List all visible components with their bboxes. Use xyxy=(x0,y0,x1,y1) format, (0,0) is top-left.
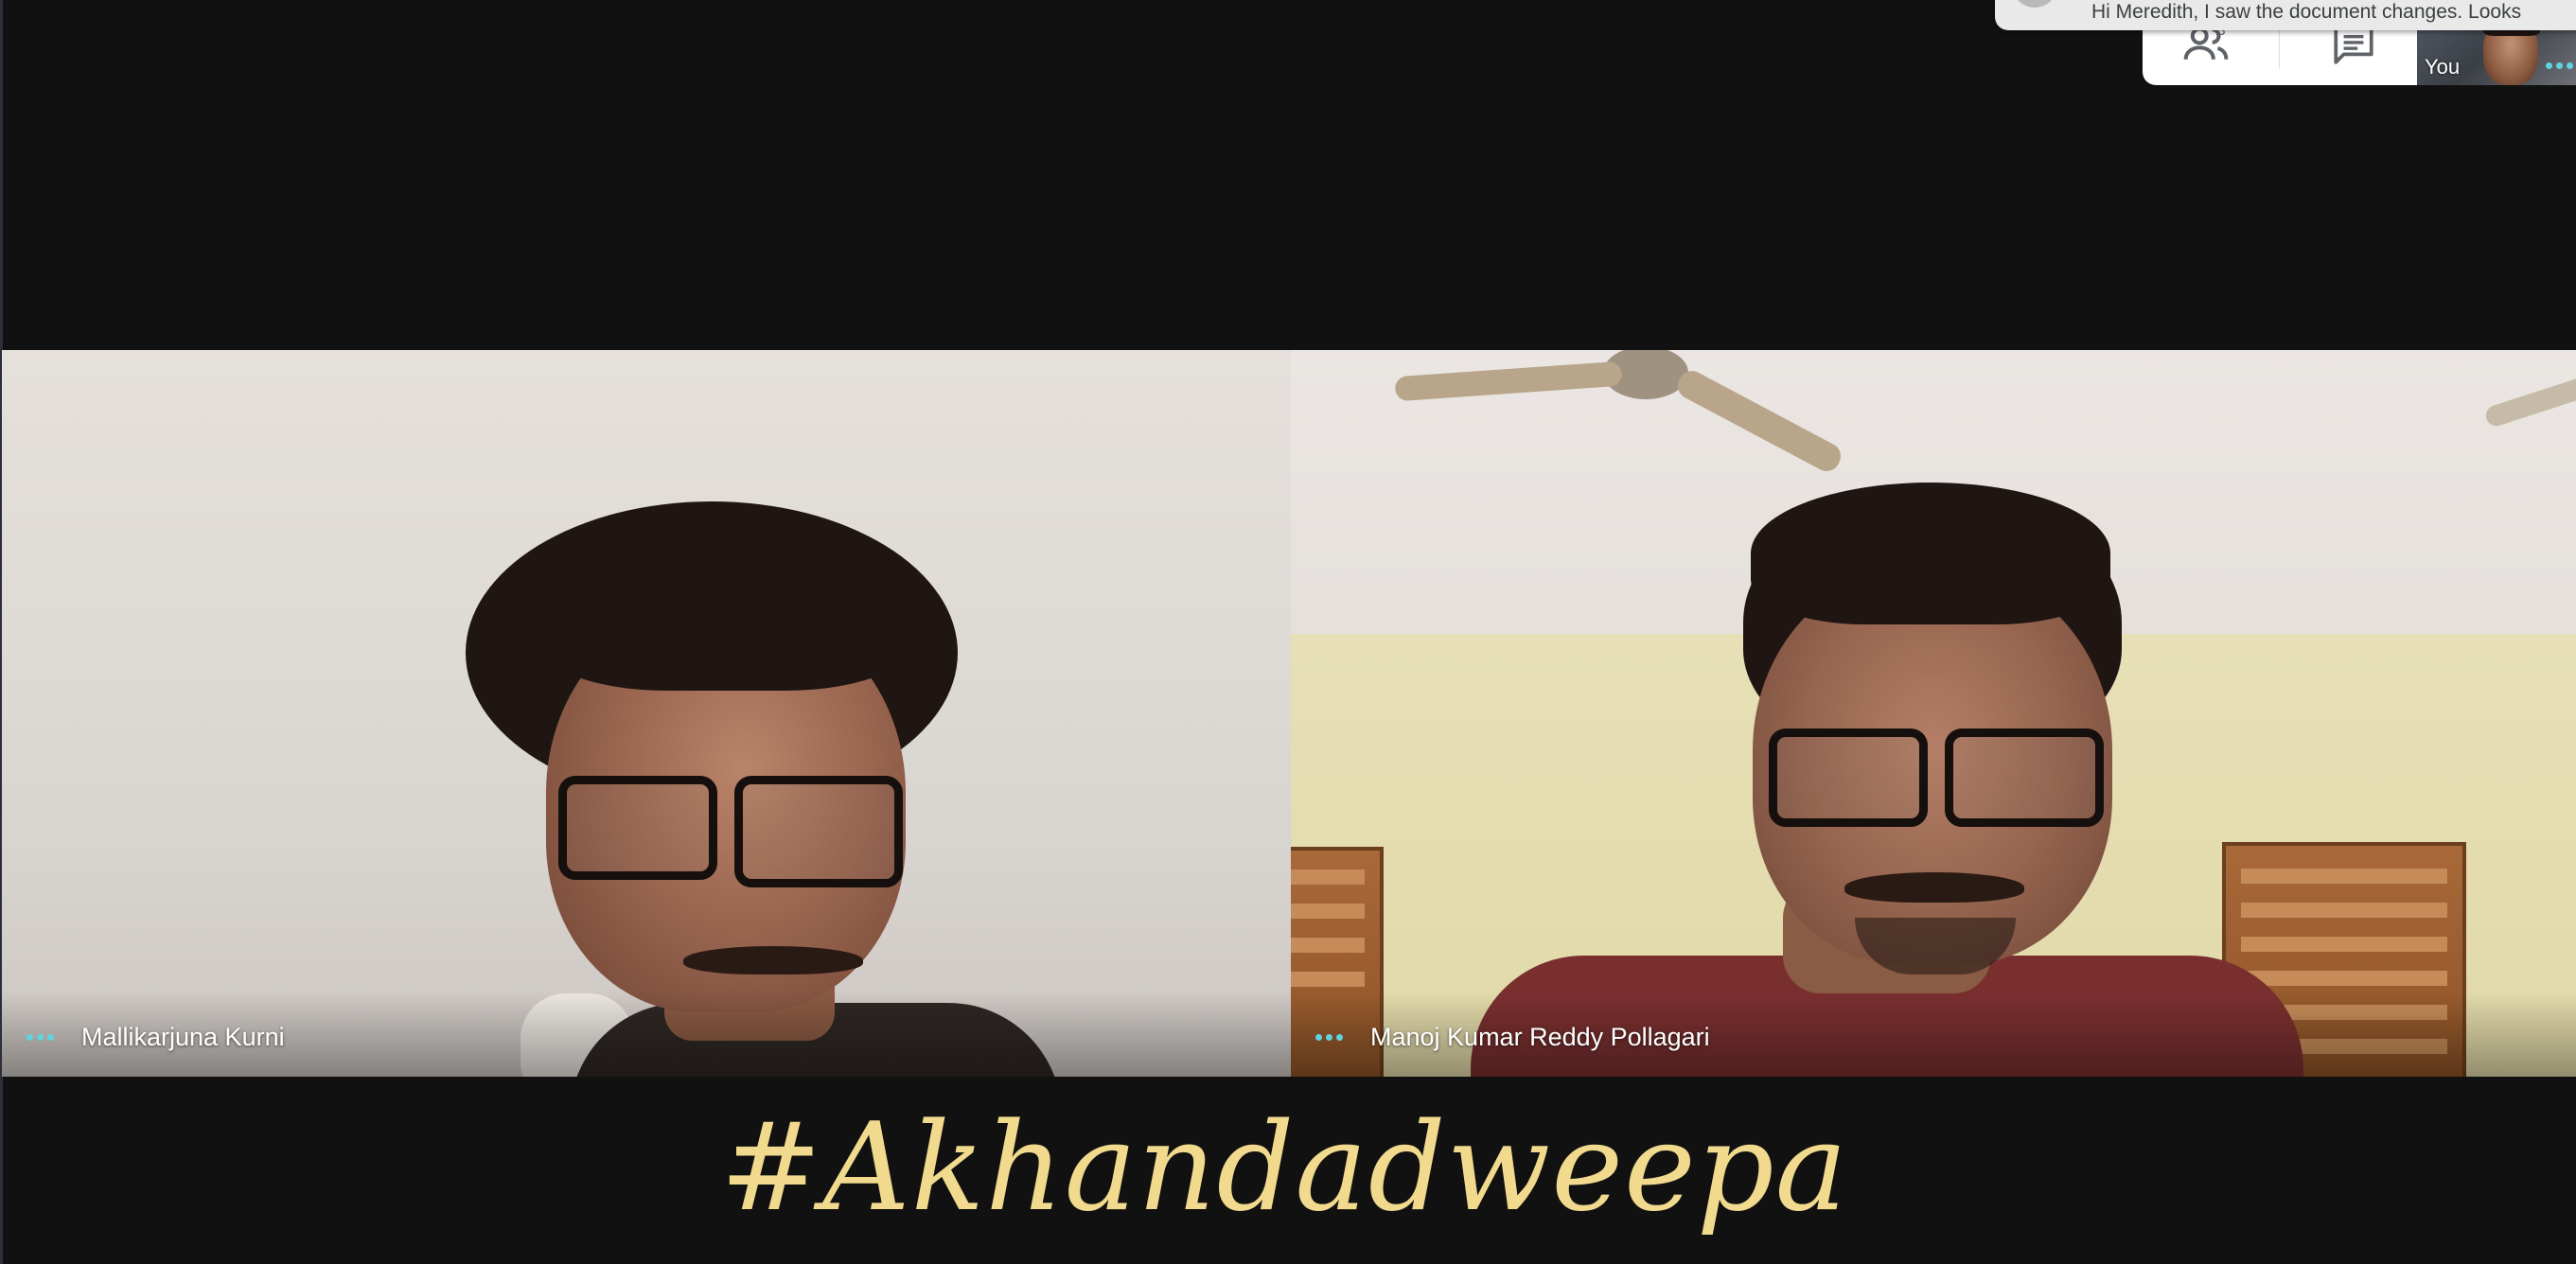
participant-2-more-options-icon[interactable] xyxy=(1315,1034,1343,1041)
sender-avatar xyxy=(2012,0,2057,8)
self-view-label: You xyxy=(2425,55,2461,79)
participant-2-name: Manoj Kumar Reddy Pollagari xyxy=(1370,1023,1710,1051)
participant-video-2 xyxy=(1291,350,2576,1077)
chat-notification-text: Hi Meredith, I saw the document changes.… xyxy=(2091,1,2522,23)
meeting-window: Hi Meredith, I saw the document changes.… xyxy=(0,0,2576,1264)
hashtag-overlay: #Akhandadweepa xyxy=(0,1073,2576,1264)
chat-notification[interactable]: Hi Meredith, I saw the document changes.… xyxy=(1995,0,2576,30)
participant-1-more-options-icon[interactable] xyxy=(26,1034,54,1041)
participant-1-name: Mallikarjuna Kurni xyxy=(81,1023,285,1051)
self-view-more-options-icon[interactable] xyxy=(2546,62,2573,69)
hashtag-text: #Akhandadweepa xyxy=(720,1097,1848,1238)
participant-tile-1[interactable]: Mallikarjuna Kurni xyxy=(2,350,1291,1077)
participant-tile-2[interactable]: Manoj Kumar Reddy Pollagari xyxy=(1291,350,2576,1077)
participant-video-1 xyxy=(2,350,1291,1077)
